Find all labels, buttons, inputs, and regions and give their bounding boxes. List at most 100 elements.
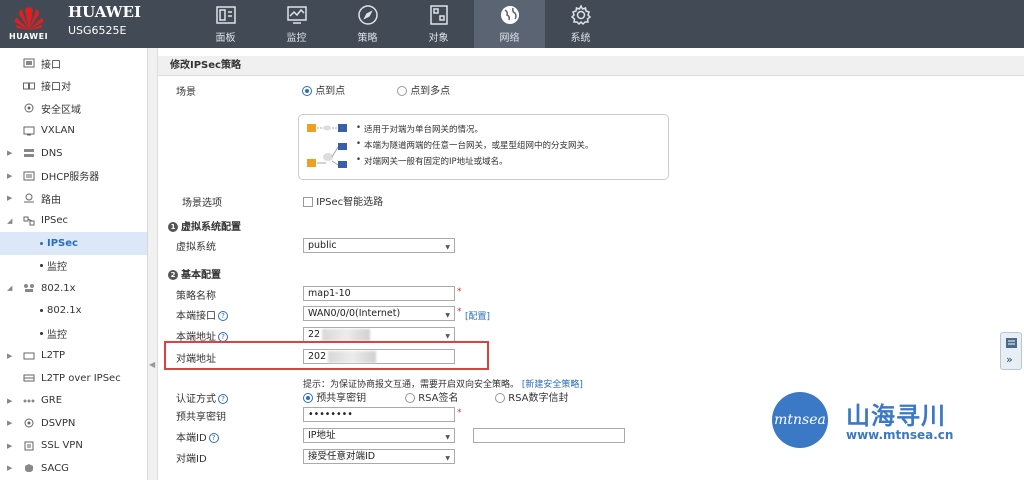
local-interface-select[interactable]: WAN0/0/0(Internet) bbox=[303, 306, 455, 322]
side-panel-toggle[interactable]: » bbox=[1000, 332, 1022, 370]
dhcp-icon bbox=[23, 171, 35, 181]
topology-diagram-icon bbox=[307, 124, 347, 168]
expand-arrow-icon[interactable]: ▶ bbox=[7, 419, 12, 427]
collapse-arrow-icon[interactable]: ◢ bbox=[7, 217, 12, 225]
object-icon bbox=[429, 5, 448, 25]
sacg-icon bbox=[23, 463, 35, 473]
dsvpn-icon bbox=[23, 418, 35, 428]
config-link[interactable]: [配置] bbox=[465, 309, 490, 322]
local-id-select[interactable]: IP地址 bbox=[303, 428, 455, 444]
redacted-text bbox=[322, 328, 371, 341]
l2tp-icon bbox=[23, 351, 35, 361]
help-icon[interactable]: ? bbox=[208, 433, 219, 443]
sidebar-item-route[interactable]: ▶ 路由 bbox=[0, 187, 147, 210]
peer-id-select[interactable]: 接受任意对端ID bbox=[303, 449, 455, 465]
watermark-title: 山海寻川 bbox=[846, 402, 946, 430]
scenario-p2p-radio[interactable]: 点到点 bbox=[302, 82, 345, 97]
local-id-value-input[interactable] bbox=[473, 428, 625, 443]
scenario-note: 本端为隧道两端的任意一台网关，或星型组网中的分支网关。 bbox=[356, 139, 593, 151]
sidebar: 接口 接口对 安全区域 VXLAN ▶ DNS ▶ DHCP服务器 ▶ 路由 ◢ IPS… bbox=[0, 48, 148, 480]
sidebar-item-interface-pair[interactable]: 接口对 bbox=[0, 75, 147, 98]
scenario-note: 适用于对端为单台网关的情况。 bbox=[356, 123, 483, 135]
scenario-p2mp-radio[interactable]: 点到多点 bbox=[397, 82, 450, 97]
radio-icon bbox=[302, 86, 312, 96]
auth-psk-radio[interactable]: 预共享密钥 bbox=[303, 389, 366, 404]
top-bar: HUAWEI HUAWEI USG6525E 面板 监控 策略 对象 网络 系统 bbox=[0, 0, 1024, 48]
psk-input[interactable]: •••••••• bbox=[303, 407, 455, 422]
sidebar-item-dot1x-monitor[interactable]: 监控 bbox=[0, 322, 147, 345]
sidebar-item-dns[interactable]: ▶ DNS bbox=[0, 142, 147, 165]
local-address-select[interactable]: 22 bbox=[303, 327, 455, 343]
sidebar-item-l2tp-over-ipsec[interactable]: L2TP over IPSec bbox=[0, 367, 147, 390]
sidebar-item-vxlan[interactable]: VXLAN bbox=[0, 120, 147, 143]
expand-arrow-icon[interactable]: ▶ bbox=[7, 194, 12, 202]
vxlan-icon bbox=[23, 126, 35, 136]
dashboard-icon bbox=[215, 6, 236, 24]
radio-icon bbox=[495, 393, 505, 403]
main-nav: 面板 监控 策略 对象 网络 系统 bbox=[190, 0, 616, 48]
nav-system[interactable]: 系统 bbox=[545, 0, 616, 48]
help-icon[interactable]: ? bbox=[218, 394, 228, 404]
watermark: mtnsea 山海寻川 www.mtnsea.cn bbox=[770, 390, 1015, 450]
sidebar-item-sacg[interactable]: ▶ SACG bbox=[0, 457, 147, 480]
help-icon[interactable]: ? bbox=[218, 311, 228, 321]
nav-label: 策略 bbox=[357, 33, 378, 44]
sidebar-item-dhcp[interactable]: ▶ DHCP服务器 bbox=[0, 165, 147, 188]
vsys-select[interactable]: public bbox=[303, 238, 455, 254]
sidebar-splitter[interactable]: ◀ bbox=[148, 48, 158, 480]
route-icon bbox=[23, 193, 35, 203]
nav-monitor[interactable]: 监控 bbox=[261, 0, 332, 48]
expand-icon: » bbox=[1006, 353, 1013, 366]
policy-name-label: 策略名称 bbox=[176, 291, 216, 302]
sidebar-item-interface[interactable]: 接口 bbox=[0, 52, 147, 75]
collapse-arrow-icon[interactable]: ◢ bbox=[7, 284, 12, 292]
gear-icon bbox=[570, 4, 591, 26]
gre-icon bbox=[23, 396, 35, 406]
sidebar-item-dsvpn[interactable]: ▶ DSVPN bbox=[0, 412, 147, 435]
collapse-handle-icon[interactable]: ◀ bbox=[149, 360, 155, 369]
sslvpn-icon bbox=[23, 441, 35, 451]
expand-arrow-icon[interactable]: ▶ bbox=[7, 442, 12, 450]
sidebar-item-l2tp[interactable]: ▶ L2TP bbox=[0, 345, 147, 368]
policy-name-input[interactable]: map1-10 bbox=[303, 286, 455, 301]
sidebar-item-ipsec[interactable]: ◢ IPSec bbox=[0, 210, 147, 233]
sidebar-item-gre[interactable]: ▶ GRE bbox=[0, 390, 147, 413]
security-zone-icon bbox=[23, 103, 35, 113]
nav-network[interactable]: 网络 bbox=[474, 0, 545, 48]
compass-icon bbox=[357, 5, 378, 25]
sidebar-item-dot1x[interactable]: ◢ 802.1x bbox=[0, 277, 147, 300]
huawei-logo-icon bbox=[14, 7, 44, 31]
expand-arrow-icon[interactable]: ▶ bbox=[7, 172, 12, 180]
expand-arrow-icon[interactable]: ▶ bbox=[7, 352, 12, 360]
expand-arrow-icon[interactable]: ▶ bbox=[7, 397, 12, 405]
expand-arrow-icon[interactable]: ▶ bbox=[7, 149, 12, 157]
section-vsys: 1 虚拟系统配置 bbox=[168, 218, 241, 233]
radio-icon bbox=[397, 86, 407, 96]
nav-object[interactable]: 对象 bbox=[403, 0, 474, 48]
nav-dashboard[interactable]: 面板 bbox=[190, 0, 261, 48]
interface-pair-icon bbox=[23, 81, 35, 91]
auth-rsa-sig-radio[interactable]: RSA签名 bbox=[405, 389, 459, 404]
scenario-note: 对端网关一般有固定的IP地址或域名。 bbox=[356, 155, 508, 167]
peer-address-input[interactable]: 202 bbox=[303, 349, 455, 364]
sidebar-item-dot1x-config[interactable]: 802.1x bbox=[0, 300, 147, 323]
auth-rsa-env-radio[interactable]: RSA数字信封 bbox=[495, 389, 569, 404]
sidebar-item-ipsec-policy[interactable]: IPSec bbox=[0, 232, 147, 255]
required-mark: * bbox=[457, 287, 462, 297]
device-model: USG6525E bbox=[68, 24, 127, 37]
expand-arrow-icon[interactable]: ▶ bbox=[7, 464, 12, 472]
required-mark: * bbox=[457, 408, 462, 418]
checkbox-icon bbox=[303, 197, 313, 207]
sidebar-item-security-zone[interactable]: 安全区域 bbox=[0, 97, 147, 120]
sidebar-item-sslvpn[interactable]: ▶ SSL VPN bbox=[0, 435, 147, 458]
dns-icon bbox=[23, 148, 35, 158]
scenario-description: 适用于对端为单台网关的情况。 本端为隧道两端的任意一台网关，或星型组网中的分支网… bbox=[298, 114, 669, 180]
required-mark: * bbox=[457, 307, 462, 317]
smart-route-checkbox[interactable]: IPSec智能选路 bbox=[303, 193, 383, 208]
watermark-url: www.mtnsea.cn bbox=[846, 428, 954, 442]
nav-policy[interactable]: 策略 bbox=[332, 0, 403, 48]
sidebar-item-ipsec-monitor[interactable]: 监控 bbox=[0, 255, 147, 278]
monitor-icon bbox=[286, 6, 307, 24]
panel-icon bbox=[1006, 338, 1017, 348]
dot1x-icon bbox=[23, 283, 35, 293]
